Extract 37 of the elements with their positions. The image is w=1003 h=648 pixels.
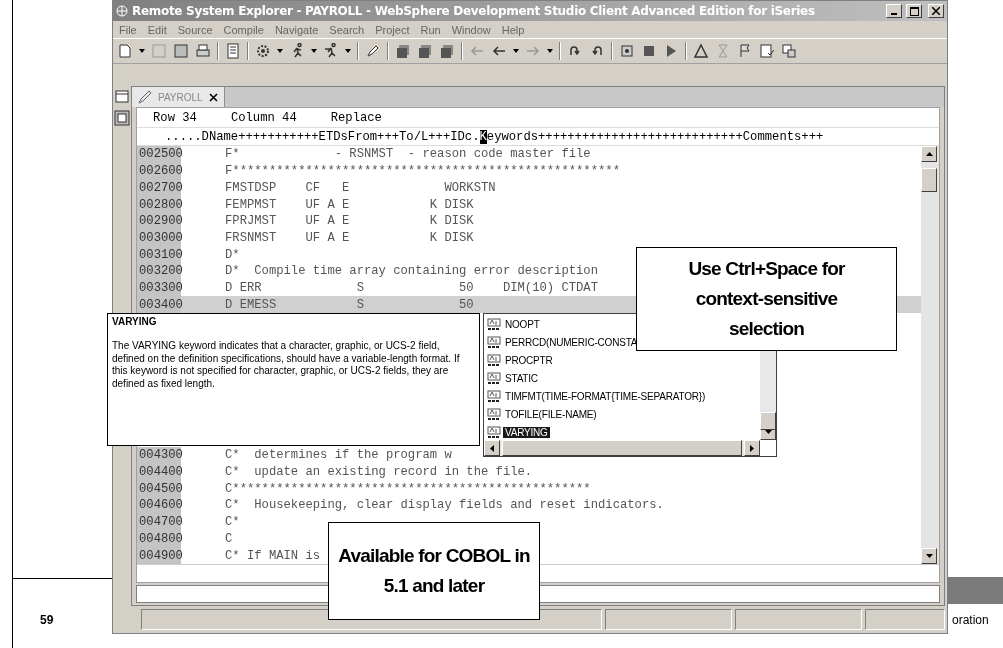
code-line: C************************************************* xyxy=(224,481,591,496)
help-text: The VARYING keyword indicates that a character, graphic, or UCS-2 field, defined on the definition specifications, should have a variable-length format. If this keyword is not specified for character, graphic, or UCS-2 fields, they are defined as fixed length. xyxy=(112,340,461,390)
window-title: Remote System Explorer - PAYROLL - WebSphere Development Studio Client Advanced Edition for iSeries xyxy=(132,4,816,18)
row-indicator: Row 34 xyxy=(153,110,197,125)
code-line: C* determines if the program w xyxy=(224,448,452,463)
line-number: 002800 xyxy=(137,196,181,213)
code-line: FEMPMST UF A E K DISK xyxy=(224,197,474,212)
code-line: FMSTDSP CF E WORKSTN xyxy=(224,180,496,195)
code-line: F* - RSNMST - reason code master file xyxy=(224,147,591,162)
code-line: FRSNMST UF A E K DISK xyxy=(224,230,474,245)
code-line: D* xyxy=(224,247,240,262)
code-line: C* Housekeeping, clear display fields and reset indicators. xyxy=(224,498,664,513)
callout-tooltip: Available for COBOL in 5.1 and later xyxy=(328,522,540,620)
line-number: 004600 xyxy=(137,497,181,514)
line-number: 003400 xyxy=(137,296,181,314)
code-line: D* Compile time array containing error description xyxy=(224,264,598,279)
line-number: 004300 xyxy=(137,446,181,464)
line-number: 002500 xyxy=(137,146,181,163)
help-title: VARYING xyxy=(112,316,158,327)
code-line: C* If MAIN is xyxy=(224,548,321,563)
column-indicator: Column 44 xyxy=(230,110,297,125)
callout-tooltip: Use Ctrl+Space for context-sensitive selection xyxy=(636,247,897,351)
code-line: FPRJMST UF A E K DISK xyxy=(224,214,474,229)
mode-indicator: Replace xyxy=(330,110,382,125)
line-number: 002700 xyxy=(137,179,181,197)
line-number: 003100 xyxy=(137,246,181,264)
line-number: 004500 xyxy=(137,480,181,498)
code-line: F***************************************************** xyxy=(224,164,620,179)
code-line: C* xyxy=(224,515,240,530)
line-number: 004900 xyxy=(137,547,181,564)
code-line: C xyxy=(224,531,233,546)
page-number: 59 xyxy=(40,613,54,627)
code-line: C* update an existing record in the file. xyxy=(224,465,533,480)
line-number: 003200 xyxy=(137,263,181,280)
code-line: D ERR S 50 DIM(10) CTDAT xyxy=(224,281,598,296)
code-line: D EMESS S 50 xyxy=(224,297,474,312)
footer-text: oration xyxy=(952,613,989,627)
